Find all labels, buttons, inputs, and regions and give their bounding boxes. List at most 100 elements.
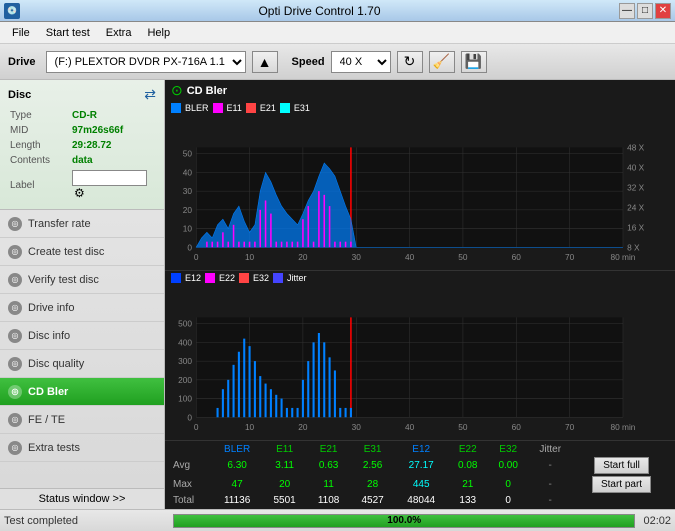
svg-text:50: 50 [183,149,193,159]
max-label: Max [169,475,212,494]
total-e21: 1108 [307,494,350,507]
svg-text:48 X: 48 X [627,143,645,153]
chart-title: CD Bler [187,85,227,97]
jitter-legend-color [273,273,283,283]
avg-e12: 27.17 [395,456,448,475]
eject-button[interactable]: ▲ [252,51,278,73]
svg-text:60: 60 [512,252,522,262]
svg-text:70: 70 [565,252,575,262]
svg-text:0: 0 [187,242,192,252]
mid-label: MID [10,124,70,137]
length-value: 29:28.72 [72,139,154,152]
svg-text:32 X: 32 X [627,182,645,192]
content-area: ⊙ CD Bler BLER E11 E21 E31 0102030405060… [165,80,675,509]
svg-text:40: 40 [405,422,415,432]
disc-info-table: Type CD-R MID 97m26s66f Length 29:28.72 … [8,107,156,203]
avg-e32: 0.00 [488,456,528,475]
svg-text:0: 0 [194,422,199,432]
svg-text:30: 30 [183,186,193,196]
nav-icon: ◎ [8,357,22,371]
stats-table: BLER E11 E21 E31 E12 E22 E32 Jitter Avg [169,443,671,507]
main-area: Disc ⇄ Type CD-R MID 97m26s66f Length 29… [0,80,675,509]
svg-text:80 min: 80 min [610,252,635,262]
avg-bler: 6.30 [212,456,263,475]
save-button[interactable]: 💾 [461,51,487,73]
svg-text:40: 40 [405,252,415,262]
e31-legend-label: E31 [294,103,310,113]
svg-text:16 X: 16 X [627,222,645,232]
col-e11: E11 [262,443,307,456]
window-controls: — □ ✕ [619,3,671,19]
nav-transfer-rate[interactable]: ◎ Transfer rate [0,210,164,238]
total-jitter: - [528,494,572,507]
svg-text:100: 100 [178,394,192,404]
nav-disc-info[interactable]: ◎ Disc info [0,322,164,350]
e32-legend-label: E32 [253,273,269,283]
type-value: CD-R [72,109,154,122]
label-input[interactable] [72,170,147,186]
speed-label: Speed [292,56,325,68]
nav-extra-tests[interactable]: ◎ Extra tests [0,434,164,462]
drive-select[interactable]: (F:) PLEXTOR DVDR PX-716A 1.11 [46,51,246,73]
nav-fe-te[interactable]: ◎ FE / TE [0,406,164,434]
statusbar: Test completed 100.0% 02:02 [0,509,675,531]
settings-icon[interactable]: ⚙ [74,186,85,200]
progress-bar-container: 100.0% [173,514,635,528]
jitter-legend-label: Jitter [287,273,307,283]
title-left: 💿 [4,3,20,19]
nav-create-test-disc[interactable]: ◎ Create test disc [0,238,164,266]
minimize-button[interactable]: — [619,3,635,19]
e12-legend-color [171,273,181,283]
svg-text:24 X: 24 X [627,202,645,212]
start-part-button[interactable]: Start part [592,476,651,493]
disc-panel: Disc ⇄ Type CD-R MID 97m26s66f Length 29… [0,80,164,210]
svg-text:40 X: 40 X [627,162,645,172]
drive-label: Drive [8,56,36,68]
chart-header: ⊙ CD Bler [165,80,675,101]
nav-cd-bler[interactable]: ◎ CD Bler [0,378,164,406]
nav-icon: ◎ [8,273,22,287]
bler-legend-label: BLER [185,103,209,113]
menu-help[interactable]: Help [139,25,178,41]
e21-legend-color [246,103,256,113]
close-button[interactable]: ✕ [655,3,671,19]
col-e31: E31 [350,443,395,456]
max-e12: 445 [395,475,448,494]
contents-value: data [72,154,154,167]
svg-text:300: 300 [178,356,192,366]
start-full-button[interactable]: Start full [594,457,649,474]
nav-disc-quality[interactable]: ◎ Disc quality [0,350,164,378]
svg-text:200: 200 [178,375,192,385]
top-chart-svg: 01020304050607080 min0102030405048 X40 X… [165,117,675,286]
total-bler: 11136 [212,494,263,507]
nav-verify-test-disc[interactable]: ◎ Verify test disc [0,266,164,294]
bottom-chart: E12 E22 E32 Jitter 01020304050607080 min… [165,271,675,440]
nav-drive-info[interactable]: ◎ Drive info [0,294,164,322]
menu-file[interactable]: File [4,25,38,41]
menu-extra[interactable]: Extra [98,25,140,41]
clear-button[interactable]: 🧹 [429,51,455,73]
disc-nav-icon[interactable]: ⇄ [144,86,156,103]
speed-select[interactable]: 40 X [331,51,391,73]
nav-icon: ◎ [8,441,22,455]
total-e12: 48044 [395,494,448,507]
svg-text:8 X: 8 X [627,242,640,252]
chart-icon: ⊙ [171,82,183,99]
type-label: Type [10,109,70,122]
mid-value: 97m26s66f [72,124,154,137]
start-full-cell: Start full [572,456,671,475]
svg-text:20: 20 [298,252,308,262]
status-window-button[interactable]: Status window >> [0,488,164,509]
col-buttons [572,443,671,456]
menu-start-test[interactable]: Start test [38,25,98,41]
nav-icon: ◎ [8,385,22,399]
start-part-cell: Start part [572,475,671,494]
maximize-button[interactable]: □ [637,3,653,19]
max-jitter: - [528,475,572,494]
e11-legend-color [213,103,223,113]
refresh-button[interactable]: ↻ [397,51,423,73]
charts-container: BLER E11 E21 E31 01020304050607080 min01… [165,101,675,440]
contents-label: Contents [10,154,70,167]
disc-title: Disc [8,89,31,101]
time-display: 02:02 [643,515,671,527]
